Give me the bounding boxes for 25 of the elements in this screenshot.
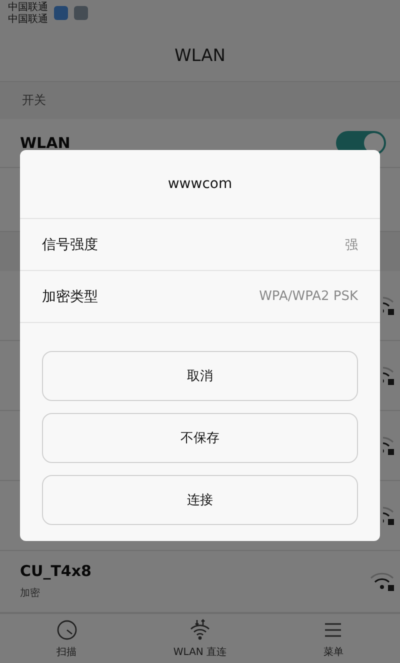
nav-button[interactable]: 扫描 <box>0 614 134 663</box>
section-header: 开关 <box>0 82 400 120</box>
carrier-name: 中国联通 <box>8 2 48 14</box>
dialog-button[interactable]: 连接 <box>42 475 358 525</box>
dialog-title: wwwcom <box>166 175 234 194</box>
dialog-button[interactable]: 不保存 <box>42 413 358 463</box>
network-name: CU_T4x8 <box>20 562 92 580</box>
wifi-lock-icon <box>383 295 394 316</box>
info-label: 信号强度 <box>42 236 98 254</box>
wifi-lock-icon <box>383 435 394 456</box>
info-value: WPA/WPA2 PSK <box>259 289 358 304</box>
wifi-lock-icon <box>370 571 394 592</box>
network-status: 加密 <box>20 586 41 600</box>
page-title: WLAN <box>174 46 226 66</box>
wifi-lock-icon <box>383 365 394 386</box>
nav-button[interactable]: 菜单 <box>266 614 400 663</box>
info-label: 加密类型 <box>42 288 98 306</box>
nav-button[interactable]: WLAN 直连 <box>133 614 267 663</box>
wlan-label: WLAN <box>20 134 70 152</box>
wifi-lock-icon <box>383 505 394 526</box>
network-row[interactable]: CU_T4x8 加密 <box>0 550 400 613</box>
dialog-button[interactable]: 取消 <box>42 351 358 401</box>
gauge-icon <box>54 618 79 642</box>
carrier-name: 中国联通 <box>8 14 48 26</box>
info-value: 强 <box>345 236 358 254</box>
